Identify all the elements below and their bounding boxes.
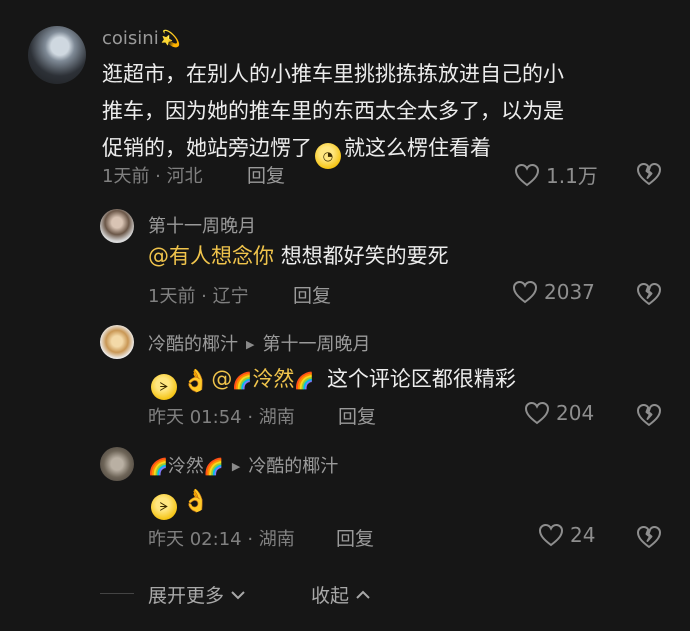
reply-to-username[interactable]: 冷酷的椰汁	[248, 456, 338, 477]
rainbow-emoji-icon: 🌈	[294, 371, 315, 390]
like-button[interactable]: 204	[524, 401, 594, 425]
reply-button[interactable]: 回复	[247, 161, 285, 188]
broken-heart-icon	[637, 526, 661, 548]
reply-time-location: 昨天 02:14 · 湖南	[148, 529, 295, 550]
heart-outline-icon	[514, 163, 540, 186]
comment-time-location: 1天前 · 河北	[102, 166, 203, 187]
reply-button[interactable]: 回复	[338, 402, 376, 429]
collapse-button[interactable]: 收起	[311, 581, 371, 608]
like-button[interactable]: 2037	[512, 280, 595, 304]
reply-time-location: 昨天 01:54 · 湖南	[148, 407, 295, 428]
avatar[interactable]	[100, 325, 134, 359]
divider-line	[100, 593, 134, 594]
mention-link[interactable]: @有人想念你	[148, 244, 274, 268]
like-count: 204	[556, 401, 595, 425]
like-button[interactable]: 1.1万	[514, 160, 598, 189]
reply-username[interactable]: 🌈泠然🌈 ▶ 冷酷的椰汁	[148, 452, 338, 478]
like-count: 2037	[544, 280, 595, 304]
rainbow-emoji-icon: 🌈	[232, 371, 253, 390]
laughing-face-emoji-icon: ᗒ	[151, 494, 177, 520]
woozy-face-emoji-icon: ◔	[315, 143, 341, 169]
collapse-label: 收起	[311, 585, 350, 607]
broken-heart-icon	[637, 404, 661, 426]
dislike-button[interactable]	[635, 524, 663, 554]
like-button[interactable]: 24	[538, 523, 595, 547]
ok-hand-emoji-icon: 👌	[182, 369, 210, 394]
heart-outline-icon	[512, 280, 538, 304]
chevron-up-icon	[356, 590, 370, 599]
rainbow-emoji-icon: 🌈	[148, 457, 168, 476]
broken-heart-icon	[637, 283, 661, 305]
reply-button[interactable]: 回复	[336, 524, 374, 551]
comment-text-line: 推车，因为她的推车里的东西太全太多了，以为是	[102, 99, 564, 123]
play-right-icon: ▶	[246, 338, 255, 351]
broken-heart-icon	[637, 163, 661, 185]
comment-username[interactable]: coisini 💫	[102, 28, 181, 49]
like-count: 24	[570, 523, 596, 547]
dislike-button[interactable]	[635, 402, 663, 432]
reply-username-text[interactable]: 冷酷的椰汁	[148, 334, 238, 355]
mention-prefix: @	[211, 367, 233, 391]
heart-outline-icon	[524, 401, 550, 425]
avatar[interactable]	[28, 26, 86, 84]
avatar[interactable]	[100, 447, 134, 481]
reply-time-location: 1天前 · 辽宁	[148, 286, 249, 307]
reply-username[interactable]: 第十一周晚月	[148, 212, 256, 238]
sparkle-emoji-icon: 💫	[160, 29, 181, 48]
avatar[interactable]	[100, 209, 134, 243]
mention-link[interactable]: @🌈泠然🌈	[211, 367, 314, 391]
comment-text-fragment: 促销的，她站旁边愣了	[102, 136, 312, 160]
chevron-down-icon	[231, 591, 245, 600]
reply-text-body: 这个评论区都很精彩	[326, 367, 516, 391]
dislike-button[interactable]	[635, 281, 663, 311]
comment-text: 逛超市，在别人的小推车里挑挑拣拣放进自己的小 推车，因为她的推车里的东西太全太多…	[102, 56, 564, 169]
reply-to-username[interactable]: 第十一周晚月	[262, 334, 370, 355]
laughing-face-emoji-icon: ᗒ	[151, 374, 177, 400]
reply-text: @有人想念你 想想都好笑的要死	[148, 238, 449, 275]
ok-hand-emoji-icon: 👌	[182, 489, 210, 514]
comment-text-line: 逛超市，在别人的小推车里挑挑拣拣放进自己的小	[102, 62, 564, 86]
reply-button[interactable]: 回复	[293, 281, 331, 308]
play-right-icon: ▶	[231, 460, 241, 473]
heart-outline-icon	[538, 523, 564, 547]
comment-text-fragment: 就这么楞住看着	[344, 136, 491, 160]
mention-name: 泠然	[252, 367, 295, 391]
rainbow-emoji-icon: 🌈	[203, 457, 224, 476]
expand-more-button[interactable]: 展开更多	[148, 581, 246, 608]
like-count: 1.1万	[546, 164, 598, 188]
expand-more-label: 展开更多	[148, 585, 225, 607]
reply-username-text[interactable]: 泠然	[168, 456, 204, 477]
dislike-button[interactable]	[635, 161, 663, 191]
reply-text: ᗒ 👌	[148, 481, 211, 520]
reply-username[interactable]: 冷酷的椰汁 ▶ 第十一周晚月	[148, 330, 370, 356]
username-text[interactable]: coisini	[102, 28, 159, 49]
reply-text-body: 想想都好笑的要死	[280, 244, 449, 268]
reply-text: ᗒ 👌@🌈泠然🌈 这个评论区都很精彩	[148, 361, 516, 400]
